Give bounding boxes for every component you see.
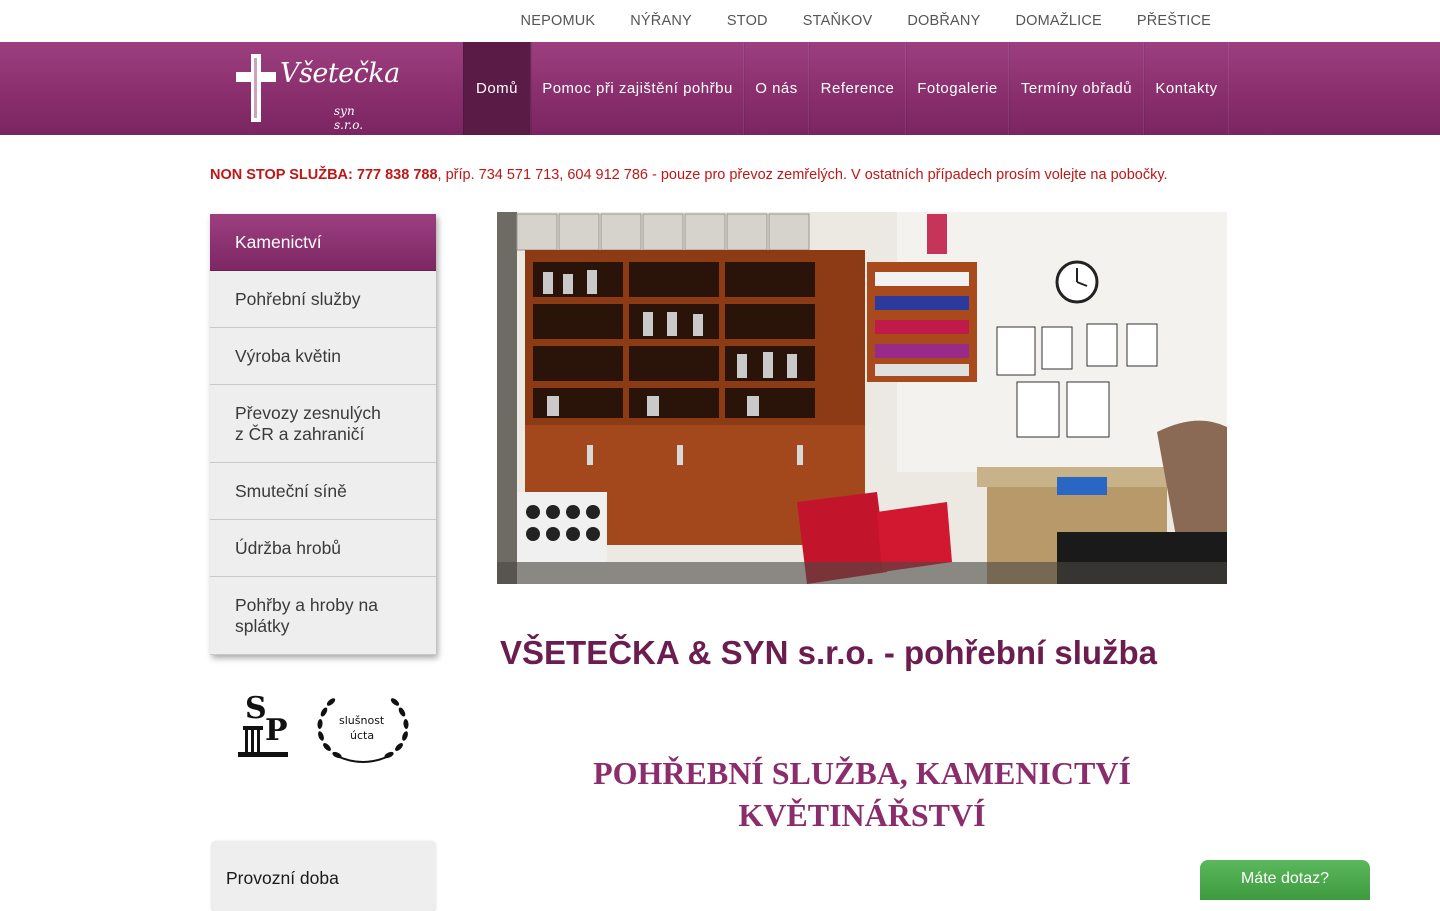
- city-link-3[interactable]: STAŇKOV: [803, 13, 873, 29]
- wreath-text-1: slušnost: [339, 714, 385, 727]
- city-link-4[interactable]: DOBŘANY: [907, 13, 980, 29]
- nonstop-notice: NON STOP SLUŽBA: 777 838 788, příp. 734 …: [210, 167, 1168, 183]
- main-navigation: Domů Pomoc při zajištění pohřbu O nás Refer…: [463, 42, 1229, 135]
- city-link-0[interactable]: NEPOMUK: [521, 13, 596, 29]
- site-header: Všetečka syn s.r.o. Domů Pomoc při zajišt…: [0, 42, 1440, 135]
- nav-item-5[interactable]: Termíny obřadů: [1009, 42, 1144, 135]
- side-item-1[interactable]: Pohřební služby: [210, 271, 436, 328]
- side-item-3[interactable]: Převozy zesnulých z ČR a zahraničí: [210, 385, 436, 463]
- side-item-6[interactable]: Pohřby a hroby na splátky: [210, 577, 436, 655]
- page-subtitle: POHŘEBNÍ SLUŽBA, KAMENICTVÍ KVĚTINÁŘSTVÍ: [497, 752, 1227, 836]
- sp-logo-icon: S P: [238, 691, 288, 757]
- side-item-0[interactable]: Kamenictví: [210, 214, 436, 271]
- nav-item-0[interactable]: Domů: [463, 42, 531, 135]
- page-title: VŠETEČKA & SYN s.r.o. - pohřební služba: [500, 634, 1158, 671]
- svg-text:P: P: [265, 713, 288, 748]
- nonstop-phone: NON STOP SLUŽBA: 777 838 788: [210, 167, 438, 183]
- subtitle-line-1: POHŘEBNÍ SLUŽBA, KAMENICTVÍ: [593, 755, 1131, 791]
- side-item-4[interactable]: Smuteční síně: [210, 463, 436, 520]
- city-link-2[interactable]: STOD: [727, 13, 768, 29]
- nav-item-3[interactable]: Reference: [809, 42, 906, 135]
- nav-item-6[interactable]: Kontakty: [1144, 42, 1229, 135]
- nav-item-4[interactable]: Fotogalerie: [906, 42, 1009, 135]
- side-navigation: Kamenictví Pohřební služby Výroba květin Př…: [210, 214, 436, 655]
- cross-icon: [236, 54, 276, 122]
- city-links: NEPOMUK NÝŘANY STOD STAŇKOV DOBŘANY DOMAŽLICE…: [486, 0, 1211, 42]
- nav-item-2[interactable]: O nás: [744, 42, 809, 135]
- nonstop-text: , příp. 734 571 713, 604 912 786 - pouze…: [437, 167, 1168, 183]
- nav-item-1[interactable]: Pomoc při zajištění pohřbu: [531, 42, 744, 135]
- city-link-1[interactable]: NÝŘANY: [630, 13, 692, 29]
- opening-hours-box[interactable]: Provozní doba: [212, 841, 435, 911]
- logo-name: Všetečka: [280, 58, 400, 89]
- city-link-6[interactable]: PŘEŠTICE: [1137, 13, 1211, 29]
- logo[interactable]: Všetečka syn s.r.o.: [236, 52, 400, 132]
- city-link-5[interactable]: DOMAŽLICE: [1015, 13, 1101, 29]
- logo-sub: syn s.r.o.: [334, 104, 364, 132]
- membership-badges: S P slušnost úcta: [235, 688, 415, 764]
- svg-text:S: S: [245, 691, 267, 726]
- chat-button[interactable]: Máte dotaz?: [1200, 860, 1370, 900]
- wreath-text-2: úcta: [350, 729, 375, 742]
- side-item-5[interactable]: Údržba hrobů: [210, 520, 436, 577]
- office-photo: [497, 212, 1227, 584]
- opening-hours-title: Provozní doba: [226, 868, 339, 888]
- top-city-bar: NEPOMUK NÝŘANY STOD STAŇKOV DOBŘANY DOMAŽLICE…: [0, 0, 1440, 42]
- subtitle-line-2: KVĚTINÁŘSTVÍ: [738, 797, 986, 833]
- side-item-2[interactable]: Výroba květin: [210, 328, 436, 385]
